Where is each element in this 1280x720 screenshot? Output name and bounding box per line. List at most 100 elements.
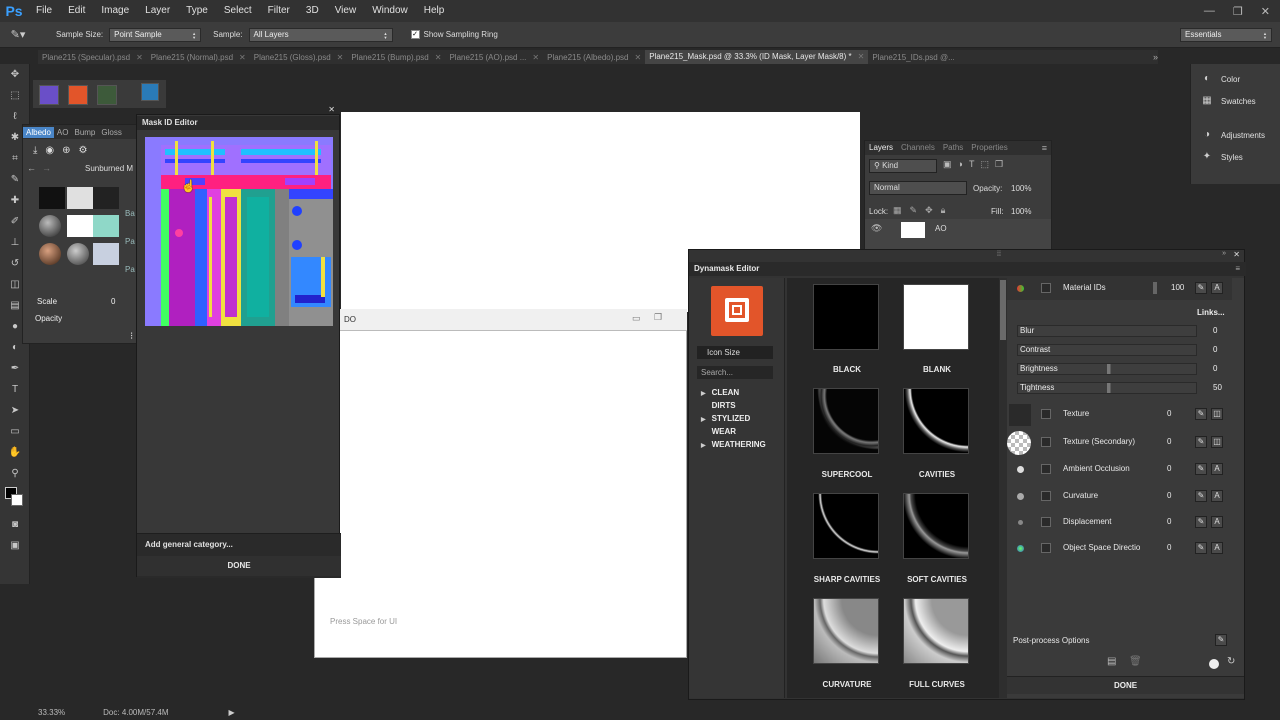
menu-edit[interactable]: Edit (60, 0, 93, 22)
layer-checkbox[interactable] (1041, 409, 1051, 419)
restore-icon[interactable]: ❐ (1233, 5, 1243, 18)
mask-done-button[interactable]: DONE (137, 556, 341, 576)
close-icon[interactable]: ✕ (337, 53, 344, 62)
tabs-overflow-icon[interactable]: » (1153, 52, 1158, 62)
shape-tool-icon[interactable]: ▭ (0, 421, 30, 442)
save-icon[interactable]: ▤ (1107, 656, 1116, 667)
layer-row-ambient-occlusion[interactable]: Ambient Occlusion 0 ✎ A (1007, 459, 1232, 481)
pen-tool-icon[interactable]: ✒ (0, 358, 30, 379)
view-icon[interactable]: ◫ (1211, 408, 1223, 420)
icon-size-slider[interactable]: Icon Size (697, 346, 773, 359)
document-window[interactable] (314, 309, 687, 658)
layer-checkbox[interactable] (1041, 491, 1051, 501)
layer-row-object-space[interactable]: Object Space Directio 0 ✎ A (1007, 538, 1232, 560)
trash-icon[interactable]: 🗑︎ (1129, 656, 1142, 667)
brightness-slider[interactable]: Brightness 0 (1015, 361, 1225, 377)
menu-type[interactable]: Type (178, 0, 216, 22)
post-process-options[interactable]: Post-process Options (1013, 636, 1089, 645)
panel-menu-icon[interactable]: ≡ (1235, 262, 1240, 276)
play-icon[interactable]: ▶ (229, 708, 235, 717)
doc-tab-normal[interactable]: Plane215 (Normal).psd ✕ (147, 53, 250, 62)
close-icon[interactable]: ✕ (136, 53, 143, 62)
type-tool-icon[interactable]: T (0, 379, 30, 400)
restore-icon[interactable]: ❐ (654, 312, 662, 323)
close-icon[interactable]: ✕ (239, 53, 246, 62)
material-thumb[interactable] (67, 243, 89, 265)
scale-value[interactable]: 0 (111, 297, 115, 306)
add-category-button[interactable]: Add general category... (145, 538, 233, 552)
edit-icon[interactable]: ✎ (1195, 516, 1207, 528)
forward-icon[interactable]: → (42, 163, 51, 173)
contrast-slider[interactable]: Contrast 0 (1015, 342, 1225, 358)
mask-thumb-cavities[interactable] (903, 388, 969, 454)
back-icon[interactable]: ← (27, 163, 36, 173)
material-thumb[interactable] (93, 187, 119, 209)
shape-filter-icon[interactable]: ⬚ (980, 159, 989, 170)
camera-icon[interactable]: ◉ (45, 145, 54, 156)
mask-thumb-black[interactable] (813, 284, 879, 350)
opacity-value[interactable]: 100% (1011, 184, 1031, 193)
material-thumb[interactable] (67, 215, 93, 237)
close-icon[interactable]: ✕ (532, 53, 539, 62)
smart-filter-icon[interactable]: ❒ (995, 159, 1003, 170)
panel-menu-icon[interactable]: ≡ (1042, 143, 1047, 153)
close-icon[interactable]: ✕ (635, 53, 642, 62)
blend-a-icon[interactable]: A (1211, 490, 1223, 502)
layer-checkbox[interactable] (1041, 437, 1051, 447)
menu-filter[interactable]: Filter (260, 0, 298, 22)
doc-tab-ao[interactable]: Plane215 (AO).psd ... ✕ (445, 53, 543, 62)
minimize-icon[interactable]: — (1204, 5, 1215, 17)
dock-adjustments[interactable]: ◑ Adjustments (1191, 124, 1280, 146)
tab-gloss[interactable]: Gloss (98, 127, 124, 138)
edit-icon[interactable]: ✎ (1195, 490, 1207, 502)
lock-move-icon[interactable]: ✥ (925, 205, 933, 216)
category-wear[interactable]: ▶WEAR (701, 427, 736, 436)
mask-thumb-supercool[interactable] (813, 388, 879, 454)
doc-tab-mask[interactable]: Plane215_Mask.psd @ 33.3% (ID Mask, Laye… (645, 50, 869, 64)
resize-handle-icon[interactable]: ⁞⁞ (997, 251, 1001, 258)
menu-select[interactable]: Select (216, 0, 260, 22)
dock-styles[interactable]: ✦ Styles (1191, 146, 1280, 168)
minimize-icon[interactable]: ▭ (632, 313, 641, 324)
blend-a-icon[interactable]: A (1211, 542, 1223, 554)
adjustment-filter-icon[interactable]: ◑ (958, 159, 963, 170)
refresh-icon[interactable]: ↻ (1227, 656, 1235, 667)
show-ring-checkbox[interactable]: ✓ (410, 30, 420, 39)
layer-row-texture-secondary[interactable]: Texture (Secondary) 0 ✎ ◫ (1007, 431, 1232, 455)
sample-size-select[interactable]: Point Sample (109, 27, 202, 42)
layer-value[interactable]: 0 (1167, 437, 1171, 446)
mask-thumb-sharp-cavities[interactable] (813, 493, 879, 559)
ndo-app-icon[interactable] (141, 83, 159, 101)
download-icon[interactable]: ⤓ (33, 145, 37, 156)
doc-tab-ids[interactable]: Plane215_IDs.psd @... (868, 53, 958, 62)
layer-value[interactable]: 0 (1167, 517, 1171, 526)
quixel-app-icon[interactable] (68, 85, 88, 105)
settings-icon[interactable]: ⚙ (79, 145, 88, 156)
fill-value[interactable]: 100% (1011, 207, 1031, 216)
mask-grid-scrollbar[interactable] (999, 278, 1007, 698)
edit-icon[interactable]: ✎ (1195, 463, 1207, 475)
workspace-select[interactable]: Essentials (1180, 28, 1272, 42)
layer-row-texture[interactable]: Texture 0 ✎ ◫ (1007, 404, 1232, 426)
menu-image[interactable]: Image (93, 0, 137, 22)
close-icon[interactable]: ✕ (328, 105, 335, 114)
menu-view[interactable]: View (327, 0, 365, 22)
menu-3d[interactable]: 3D (298, 0, 327, 22)
visibility-icon[interactable]: 👁︎ (871, 223, 882, 234)
tab-layers[interactable]: Layers (865, 141, 897, 155)
layer-value[interactable]: 0 (1167, 491, 1171, 500)
zoom-level[interactable]: 33.33% (38, 708, 65, 717)
edit-icon[interactable]: ✎ (1195, 436, 1207, 448)
type-filter-icon[interactable]: T (969, 159, 975, 170)
links-button[interactable]: Links... (1197, 308, 1225, 317)
marquee-tool-icon[interactable]: ⬚ (0, 85, 30, 106)
edit-icon[interactable]: ✎ (1195, 408, 1207, 420)
material-thumb[interactable] (93, 215, 119, 237)
document-window-titlebar[interactable]: DO ▭ ❐ (314, 309, 687, 331)
lock-all-icon[interactable]: 🔒︎ (941, 205, 946, 216)
doc-tab-albedo[interactable]: Plane215 (Albedo).psd ✕ (543, 53, 645, 62)
lock-pixels-icon[interactable]: ▦ (893, 205, 902, 216)
tab-paths[interactable]: Paths (939, 141, 967, 155)
layer-row-material-ids[interactable]: Material IDs 100 ✎ A (1007, 278, 1232, 300)
tab-ao[interactable]: AO (54, 127, 72, 138)
